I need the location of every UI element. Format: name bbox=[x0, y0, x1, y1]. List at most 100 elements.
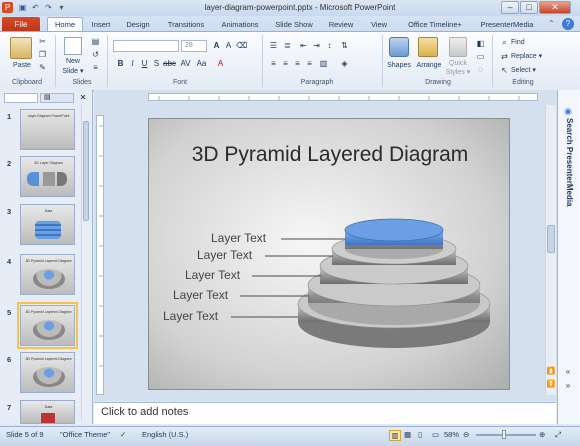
shape-effects-icon[interactable]: ◌ bbox=[475, 64, 486, 75]
search-presentermedia-label[interactable]: Search PresenterMedia bbox=[562, 118, 574, 258]
replace-button[interactable]: Replace ▾ bbox=[511, 51, 551, 62]
italic-icon[interactable]: I bbox=[127, 58, 138, 69]
replace-icon[interactable]: ⇄ bbox=[499, 51, 510, 62]
shadow-icon[interactable]: S bbox=[151, 58, 162, 69]
font-color-icon[interactable]: A bbox=[215, 58, 226, 69]
select-icon[interactable]: ↖ bbox=[499, 65, 510, 76]
normal-view-icon[interactable]: ▥ bbox=[389, 430, 401, 441]
sidebar-collapse-icon[interactable]: » bbox=[561, 381, 575, 390]
next-slide-icon[interactable]: ⏬ bbox=[546, 380, 556, 388]
shape-outline-icon[interactable]: ▭ bbox=[475, 51, 486, 62]
tab-animations[interactable]: Animations bbox=[217, 18, 263, 32]
slideshow-icon[interactable]: ▭ bbox=[432, 430, 439, 439]
slide-thumbnail[interactable]: 3D Pyramid Layered Diagram bbox=[17, 302, 78, 349]
scrollbar-thumb[interactable] bbox=[547, 225, 555, 253]
paste-icon[interactable] bbox=[10, 37, 32, 59]
smartart-icon[interactable]: ◈ bbox=[339, 58, 350, 69]
grow-font-icon[interactable]: A bbox=[211, 40, 222, 51]
numbering-icon[interactable]: ≣ bbox=[282, 40, 293, 51]
slide-sorter-icon[interactable]: ▦ bbox=[404, 430, 411, 439]
find-button[interactable]: Find bbox=[511, 37, 551, 48]
quick-styles-dropdown[interactable]: Styles ▾ bbox=[443, 67, 473, 78]
close-button[interactable]: ✕ bbox=[539, 1, 571, 14]
sidebar-expand-icon[interactable]: « bbox=[561, 367, 575, 376]
scrollbar-thumb[interactable] bbox=[83, 121, 89, 221]
previous-slide-icon[interactable]: ⏫ bbox=[546, 367, 556, 375]
columns-icon[interactable]: ▥ bbox=[318, 58, 329, 69]
section-icon[interactable]: ≡ bbox=[90, 62, 101, 73]
layer-label-2[interactable]: Layer Text bbox=[197, 248, 263, 262]
text-direction-icon[interactable]: ⇅ bbox=[339, 40, 350, 51]
select-button[interactable]: Select ▾ bbox=[511, 65, 551, 76]
cut-icon[interactable]: ✂ bbox=[37, 36, 48, 47]
slide-canvas[interactable]: 3D Pyramid Layered Diagram Layer Text La… bbox=[148, 118, 510, 390]
strikethrough-icon[interactable]: abc bbox=[163, 58, 176, 69]
slide-thumbnail[interactable]: Data bbox=[20, 400, 75, 424]
font-name-combo[interactable] bbox=[113, 40, 179, 52]
align-right-icon[interactable]: ≡ bbox=[292, 58, 303, 69]
slide-thumbnail[interactable]: Data bbox=[20, 204, 75, 245]
bullets-icon[interactable]: ☰ bbox=[268, 40, 279, 51]
align-left-icon[interactable]: ≡ bbox=[268, 58, 279, 69]
minimize-button[interactable]: – bbox=[501, 1, 519, 14]
clear-formatting-icon[interactable]: ⌫ bbox=[236, 40, 247, 51]
presentermedia-icon[interactable]: ◉ bbox=[562, 106, 574, 118]
paste-button[interactable]: Paste bbox=[11, 60, 33, 71]
notes-placeholder[interactable]: Click to add notes bbox=[101, 406, 188, 418]
slide-thumbnail[interactable]: 3D Layer Diagram bbox=[20, 156, 75, 197]
char-spacing-icon[interactable]: AV bbox=[180, 58, 191, 69]
change-case-icon[interactable]: Aa bbox=[196, 58, 207, 69]
maximize-button[interactable]: □ bbox=[520, 1, 538, 14]
tab-insert[interactable]: Insert bbox=[87, 18, 115, 32]
new-slide-dropdown[interactable]: Slide ▾ bbox=[60, 66, 86, 77]
bold-icon[interactable]: B bbox=[115, 58, 126, 69]
slides-tab[interactable] bbox=[4, 93, 38, 103]
shrink-font-icon[interactable]: A bbox=[223, 40, 234, 51]
decrease-indent-icon[interactable]: ⇤ bbox=[298, 40, 309, 51]
tab-presentermedia[interactable]: PresenterMedia bbox=[476, 18, 538, 32]
align-center-icon[interactable]: ≡ bbox=[280, 58, 291, 69]
copy-icon[interactable]: ❐ bbox=[37, 49, 48, 60]
arrange-button[interactable]: Arrange bbox=[414, 60, 444, 71]
redo-icon[interactable]: ↷ bbox=[43, 2, 54, 13]
undo-icon[interactable]: ↶ bbox=[30, 2, 41, 13]
reading-view-icon[interactable]: ▯ bbox=[418, 430, 422, 439]
find-icon[interactable]: ⌕ bbox=[499, 37, 510, 48]
layer-label-5[interactable]: Layer Text bbox=[163, 309, 229, 323]
spellcheck-icon[interactable]: ✓ bbox=[120, 430, 126, 439]
tab-home[interactable]: Home bbox=[47, 17, 83, 32]
zoom-out-icon[interactable]: ⊖ bbox=[463, 430, 469, 439]
theme-name[interactable]: "Office Theme" bbox=[60, 430, 110, 439]
layer-label-4[interactable]: Layer Text bbox=[173, 288, 239, 302]
zoom-slider-thumb[interactable] bbox=[502, 430, 506, 439]
shapes-icon[interactable] bbox=[389, 37, 409, 57]
new-slide-icon[interactable] bbox=[64, 37, 82, 55]
zoom-slider[interactable] bbox=[476, 434, 536, 436]
help-icon[interactable]: ? bbox=[562, 18, 574, 30]
zoom-level[interactable]: 58% bbox=[444, 430, 459, 439]
customize-toolbar-icon[interactable]: ▾ bbox=[56, 2, 67, 13]
format-painter-icon[interactable]: ✎ bbox=[37, 62, 48, 73]
tab-office-timeline[interactable]: Office Timeline+ bbox=[401, 18, 469, 32]
pyramid-tier-1[interactable] bbox=[344, 218, 444, 259]
zoom-in-icon[interactable]: ⊕ bbox=[539, 430, 545, 439]
slide-thumbnail[interactable]: Layer Diagram PowerPoint bbox=[20, 109, 75, 150]
slide-thumbnail[interactable]: 3D Pyramid Layered Diagram bbox=[20, 352, 75, 393]
layer-label-1[interactable]: Layer Text bbox=[211, 231, 277, 245]
tab-transitions[interactable]: Transitions bbox=[162, 18, 210, 32]
tab-file[interactable]: File bbox=[2, 17, 40, 32]
tab-view[interactable]: View bbox=[366, 18, 392, 32]
arrange-icon[interactable] bbox=[418, 37, 438, 57]
line-spacing-icon[interactable]: ↕ bbox=[324, 40, 335, 51]
slide-scrollbar[interactable]: ⏫ ⏬ bbox=[545, 105, 556, 395]
increase-indent-icon[interactable]: ⇥ bbox=[311, 40, 322, 51]
tab-design[interactable]: Design bbox=[123, 18, 153, 32]
reset-icon[interactable]: ↺ bbox=[90, 49, 101, 60]
fit-to-window-icon[interactable]: ⤢ bbox=[555, 430, 561, 440]
shapes-button[interactable]: Shapes bbox=[385, 60, 413, 71]
slides-pane-scrollbar[interactable] bbox=[81, 105, 90, 421]
font-size-combo[interactable]: 28 bbox=[181, 40, 207, 52]
layer-label-3[interactable]: Layer Text bbox=[185, 268, 251, 282]
tab-review[interactable]: Review bbox=[326, 18, 356, 32]
language[interactable]: English (U.S.) bbox=[142, 430, 188, 439]
